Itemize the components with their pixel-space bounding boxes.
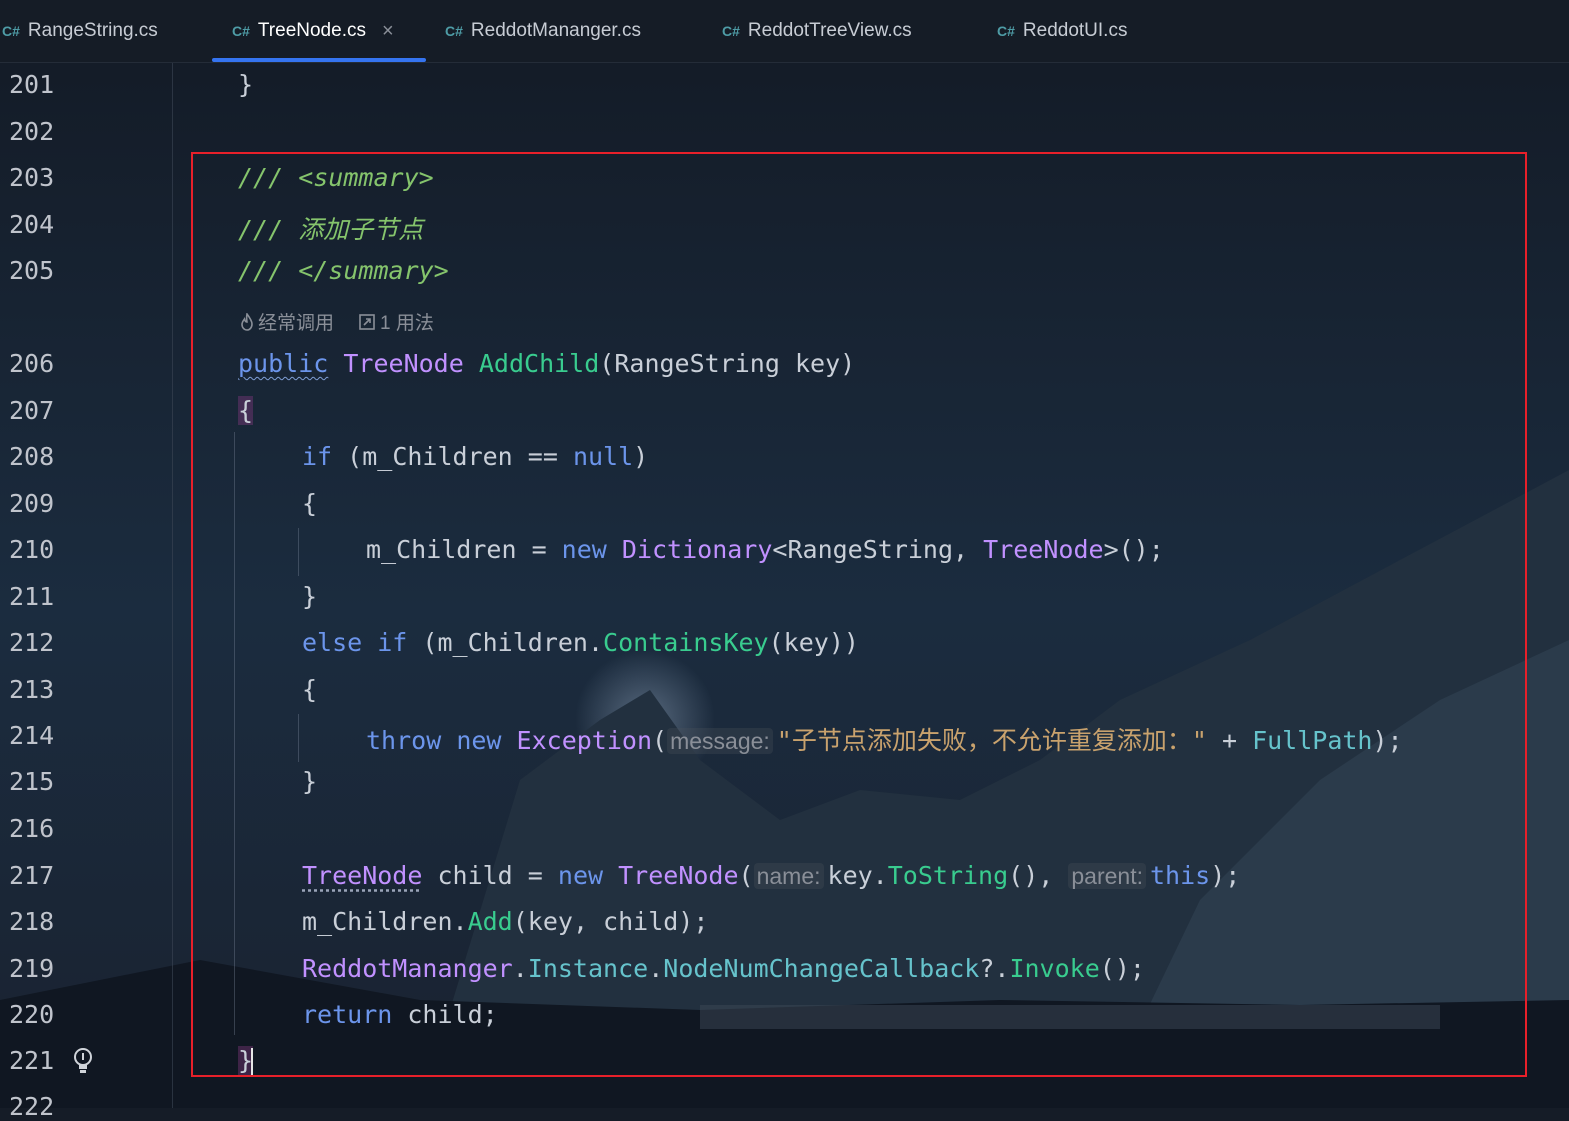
tab-reddottreeview[interactable]: C# ReddotTreeView.cs	[722, 0, 912, 62]
tab-treenode[interactable]: C# TreeNode.cs ×	[232, 0, 394, 62]
tab-label: TreeNode.cs	[257, 20, 366, 41]
close-icon[interactable]: ×	[382, 20, 394, 43]
tab-reddotui[interactable]: C# ReddotUI.cs	[997, 0, 1127, 62]
active-tab-indicator	[212, 58, 426, 62]
csharp-icon: C#	[445, 23, 463, 39]
csharp-icon: C#	[232, 23, 250, 39]
tab-label: ReddotTreeView.cs	[747, 20, 912, 41]
line-number-gutter	[0, 63, 173, 1108]
tab-label: ReddotMananger.cs	[470, 20, 641, 41]
csharp-icon: C#	[722, 23, 740, 39]
code-line-201[interactable]: }	[238, 70, 253, 99]
editor-tab-bar: C# RangeString.cs C# TreeNode.cs × C# Re…	[0, 0, 1569, 63]
tab-label: ReddotUI.cs	[1022, 20, 1128, 41]
token: }	[238, 70, 254, 99]
tab-reddotmananger[interactable]: C# ReddotMananger.cs	[445, 0, 641, 62]
csharp-icon: C#	[997, 23, 1015, 39]
tab-rangestring[interactable]: C# RangeString.cs	[2, 0, 158, 62]
annotation-highlight-box	[191, 152, 1527, 1077]
csharp-icon: C#	[2, 23, 20, 39]
tab-label: RangeString.cs	[27, 20, 158, 41]
